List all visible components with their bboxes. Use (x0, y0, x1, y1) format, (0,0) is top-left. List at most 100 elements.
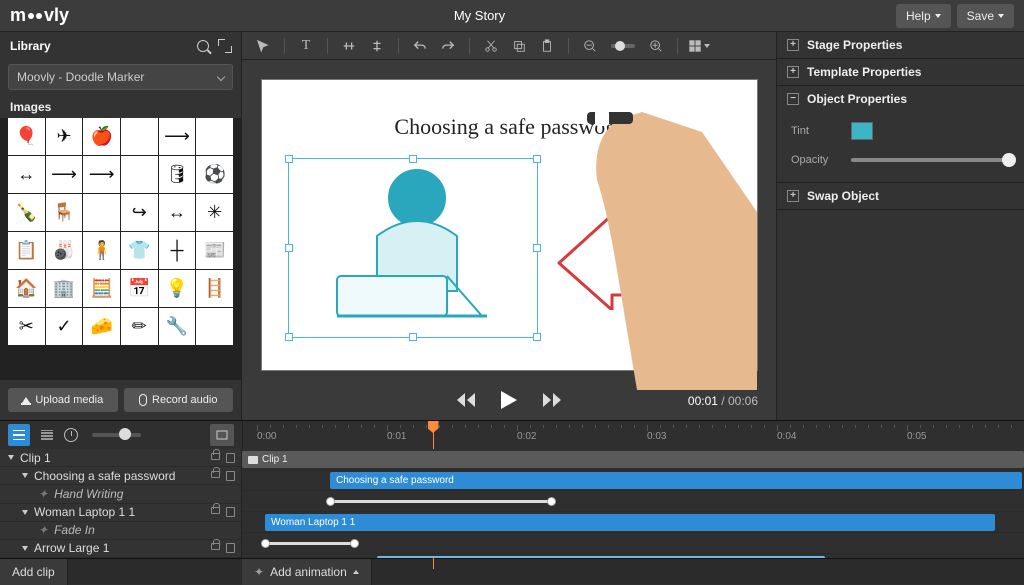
opacity-slider[interactable] (851, 158, 1010, 162)
library-item[interactable]: 🍾 (8, 194, 45, 231)
expand-icon[interactable] (219, 40, 231, 52)
align-horizontal-tool[interactable] (338, 35, 360, 57)
lock-icon[interactable] (211, 471, 220, 478)
timeline-clip[interactable]: Arrow Large 1 (377, 556, 825, 558)
library-item[interactable]: 🎳 (46, 232, 83, 269)
trash-icon[interactable] (226, 507, 235, 517)
record-audio-button[interactable]: Record audio (124, 388, 234, 412)
timeline-tree-row[interactable]: ✦Hand Writing (0, 485, 241, 503)
library-item[interactable]: 📅 (121, 270, 158, 307)
library-item[interactable]: 📋 (8, 232, 45, 269)
rewind-button[interactable] (457, 393, 475, 410)
library-item[interactable]: ↪ (121, 194, 158, 231)
timeline-view-compact[interactable] (36, 424, 58, 446)
resize-handle[interactable] (285, 333, 293, 341)
undo-button[interactable] (409, 35, 431, 57)
resize-handle[interactable] (533, 155, 541, 163)
library-item[interactable] (121, 156, 158, 193)
save-button[interactable]: Save (957, 4, 1014, 28)
resize-handle[interactable] (285, 244, 293, 252)
resize-handle[interactable] (285, 155, 293, 163)
library-item[interactable] (196, 118, 233, 155)
timeline-tree-row[interactable]: ✦Fade In (0, 522, 241, 540)
timeline-tree-row[interactable]: Choosing a safe password (0, 467, 241, 485)
library-item[interactable] (121, 118, 158, 155)
library-selector[interactable]: Moovly - Doodle Marker (8, 64, 233, 90)
timeline-clip[interactable]: Choosing a safe password (330, 472, 1022, 489)
cut-button[interactable] (480, 35, 502, 57)
zoom-out-button[interactable] (579, 35, 601, 57)
stage-zoom-slider[interactable] (611, 44, 635, 48)
text-tool[interactable]: T (295, 35, 317, 57)
library-item[interactable]: ⟶ (46, 156, 83, 193)
library-item[interactable] (196, 308, 233, 345)
timeline-clip[interactable]: Clip 1 (242, 451, 1024, 468)
animation-range[interactable] (265, 542, 355, 545)
object-properties-header[interactable]: − Object Properties (777, 86, 1024, 112)
library-item[interactable]: ⚽ (196, 156, 233, 193)
upload-media-button[interactable]: Upload media (8, 388, 118, 412)
copy-button[interactable] (508, 35, 530, 57)
align-vertical-tool[interactable] (366, 35, 388, 57)
library-item[interactable]: 📰 (196, 232, 233, 269)
library-item[interactable]: ┼ (159, 232, 196, 269)
play-button[interactable] (501, 391, 517, 412)
library-item[interactable]: 🪜 (196, 270, 233, 307)
library-item[interactable]: 🏠 (8, 270, 45, 307)
library-item[interactable]: ↔ (159, 194, 196, 231)
lock-icon[interactable] (211, 543, 220, 550)
stage-canvas[interactable]: Choosing a safe password (262, 80, 757, 370)
swap-object-header[interactable]: + Swap Object (777, 183, 1024, 209)
pointer-tool[interactable] (252, 35, 274, 57)
trash-icon[interactable] (226, 471, 235, 481)
timeline-frame-button[interactable] (210, 424, 234, 446)
timeline-tree-row[interactable]: Arrow Large 1 (0, 540, 241, 558)
library-item[interactable]: 🛢 (159, 156, 196, 193)
search-icon[interactable] (197, 40, 209, 52)
library-item[interactable]: 👕 (121, 232, 158, 269)
forward-button[interactable] (543, 393, 561, 410)
library-item[interactable]: ✳ (196, 194, 233, 231)
add-animation-button[interactable]: ✦ Add animation (242, 559, 372, 585)
library-item[interactable]: ✓ (46, 308, 83, 345)
lock-icon[interactable] (211, 453, 220, 460)
library-item[interactable]: ✈ (46, 118, 83, 155)
trash-icon[interactable] (226, 543, 235, 553)
library-item[interactable]: ↔ (8, 156, 45, 193)
library-item[interactable]: ✂ (8, 308, 45, 345)
redo-button[interactable] (437, 35, 459, 57)
library-item[interactable]: 🍎 (83, 118, 120, 155)
resize-handle[interactable] (533, 244, 541, 252)
stage-properties-header[interactable]: + Stage Properties (777, 32, 1024, 58)
paste-button[interactable] (536, 35, 558, 57)
library-item[interactable]: ✏ (121, 308, 158, 345)
library-item[interactable]: 🧮 (83, 270, 120, 307)
resize-handle[interactable] (409, 333, 417, 341)
timeline-zoom-slider[interactable] (92, 433, 141, 437)
animation-range[interactable] (330, 500, 552, 503)
library-item[interactable]: 🧀 (83, 308, 120, 345)
resize-handle[interactable] (533, 333, 541, 341)
library-item[interactable]: 🪑 (46, 194, 83, 231)
template-properties-header[interactable]: + Template Properties (777, 59, 1024, 85)
lock-icon[interactable] (211, 507, 220, 514)
timeline-view-list[interactable] (8, 424, 30, 446)
library-item[interactable]: 💡 (159, 270, 196, 307)
help-button[interactable]: Help (896, 4, 951, 28)
library-item[interactable]: ⟶ (83, 156, 120, 193)
library-item[interactable]: 🔧 (159, 308, 196, 345)
timeline-tree-row[interactable]: Clip 1 (0, 449, 241, 467)
library-item[interactable]: 🧍 (83, 232, 120, 269)
add-clip-button[interactable]: Add clip (0, 559, 68, 585)
timeline-tracks[interactable]: Clip 1Choosing a safe passwordWoman Lapt… (242, 449, 1024, 558)
zoom-in-button[interactable] (645, 35, 667, 57)
library-item[interactable]: ⟶ (159, 118, 196, 155)
library-item[interactable]: 🏢 (46, 270, 83, 307)
library-item[interactable] (83, 194, 120, 231)
layout-button[interactable] (688, 35, 710, 57)
tint-swatch[interactable] (851, 122, 873, 140)
timeline-ruler[interactable]: 0:000:010:020:030:040:050:06 (242, 421, 1024, 449)
timeline-tree-row[interactable]: Woman Laptop 1 1 (0, 504, 241, 522)
library-item[interactable]: 🎈 (8, 118, 45, 155)
selection-box[interactable] (288, 158, 538, 338)
